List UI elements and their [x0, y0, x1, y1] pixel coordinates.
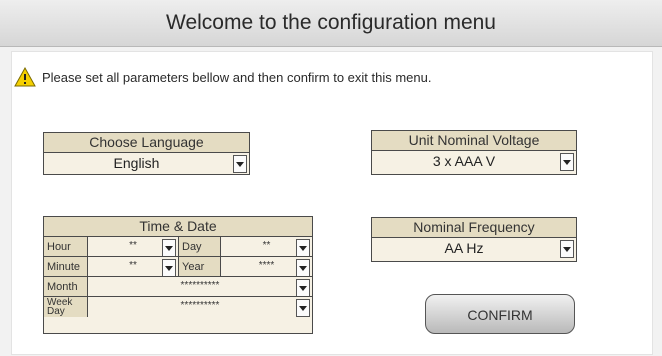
- time-date-group: Time & Date Hour ** Day ** Minute ** Yea…: [43, 216, 313, 334]
- chevron-down-icon[interactable]: [296, 259, 310, 277]
- frequency-value: AA Hz: [444, 240, 484, 256]
- warning-icon: [14, 67, 36, 87]
- minute-value: **: [129, 260, 137, 271]
- voltage-selector[interactable]: Unit Nominal Voltage 3 x AAA V: [371, 130, 577, 175]
- frequency-selector[interactable]: Nominal Frequency AA Hz: [371, 217, 577, 262]
- month-select[interactable]: **********: [87, 276, 312, 297]
- hour-value: **: [129, 240, 137, 251]
- chevron-down-icon[interactable]: [162, 239, 176, 257]
- weekday-label: Week Day: [43, 296, 87, 317]
- chevron-down-icon[interactable]: [233, 155, 247, 173]
- frequency-select[interactable]: AA Hz: [372, 238, 576, 259]
- day-label: Day: [178, 236, 220, 256]
- voltage-title: Unit Nominal Voltage: [372, 131, 576, 151]
- chevron-down-icon[interactable]: [296, 299, 310, 317]
- voltage-value: 3 x AAA V: [432, 153, 496, 169]
- weekday-value: **********: [180, 300, 220, 311]
- page-title: Welcome to the configuration menu: [0, 0, 662, 47]
- language-title: Choose Language: [44, 133, 249, 153]
- voltage-select[interactable]: 3 x AAA V: [372, 151, 576, 172]
- weekday-select[interactable]: **********: [87, 296, 312, 317]
- chevron-down-icon[interactable]: [162, 259, 176, 277]
- month-value: **********: [180, 280, 220, 291]
- day-select[interactable]: **: [220, 236, 312, 257]
- language-selector[interactable]: Choose Language English: [43, 132, 250, 175]
- chevron-down-icon[interactable]: [560, 153, 574, 171]
- year-value: ****: [258, 260, 275, 271]
- confirm-button[interactable]: CONFIRM: [425, 294, 575, 334]
- minute-label: Minute: [43, 256, 87, 276]
- language-value: English: [113, 155, 160, 171]
- minute-select[interactable]: **: [87, 256, 178, 277]
- chevron-down-icon[interactable]: [560, 240, 574, 258]
- day-value: **: [262, 240, 271, 251]
- year-label: Year: [178, 256, 220, 276]
- hour-label: Hour: [43, 236, 87, 256]
- month-label: Month: [43, 276, 87, 296]
- weekday-label-line2: Day: [47, 306, 65, 317]
- year-select[interactable]: ****: [220, 256, 312, 277]
- frequency-title: Nominal Frequency: [372, 218, 576, 238]
- hour-select[interactable]: **: [87, 236, 178, 257]
- chevron-down-icon[interactable]: [296, 239, 310, 257]
- chevron-down-icon[interactable]: [296, 279, 310, 297]
- language-select[interactable]: English: [44, 153, 249, 174]
- instruction-text: Please set all parameters bellow and the…: [42, 70, 432, 85]
- time-date-title: Time & Date: [44, 217, 312, 237]
